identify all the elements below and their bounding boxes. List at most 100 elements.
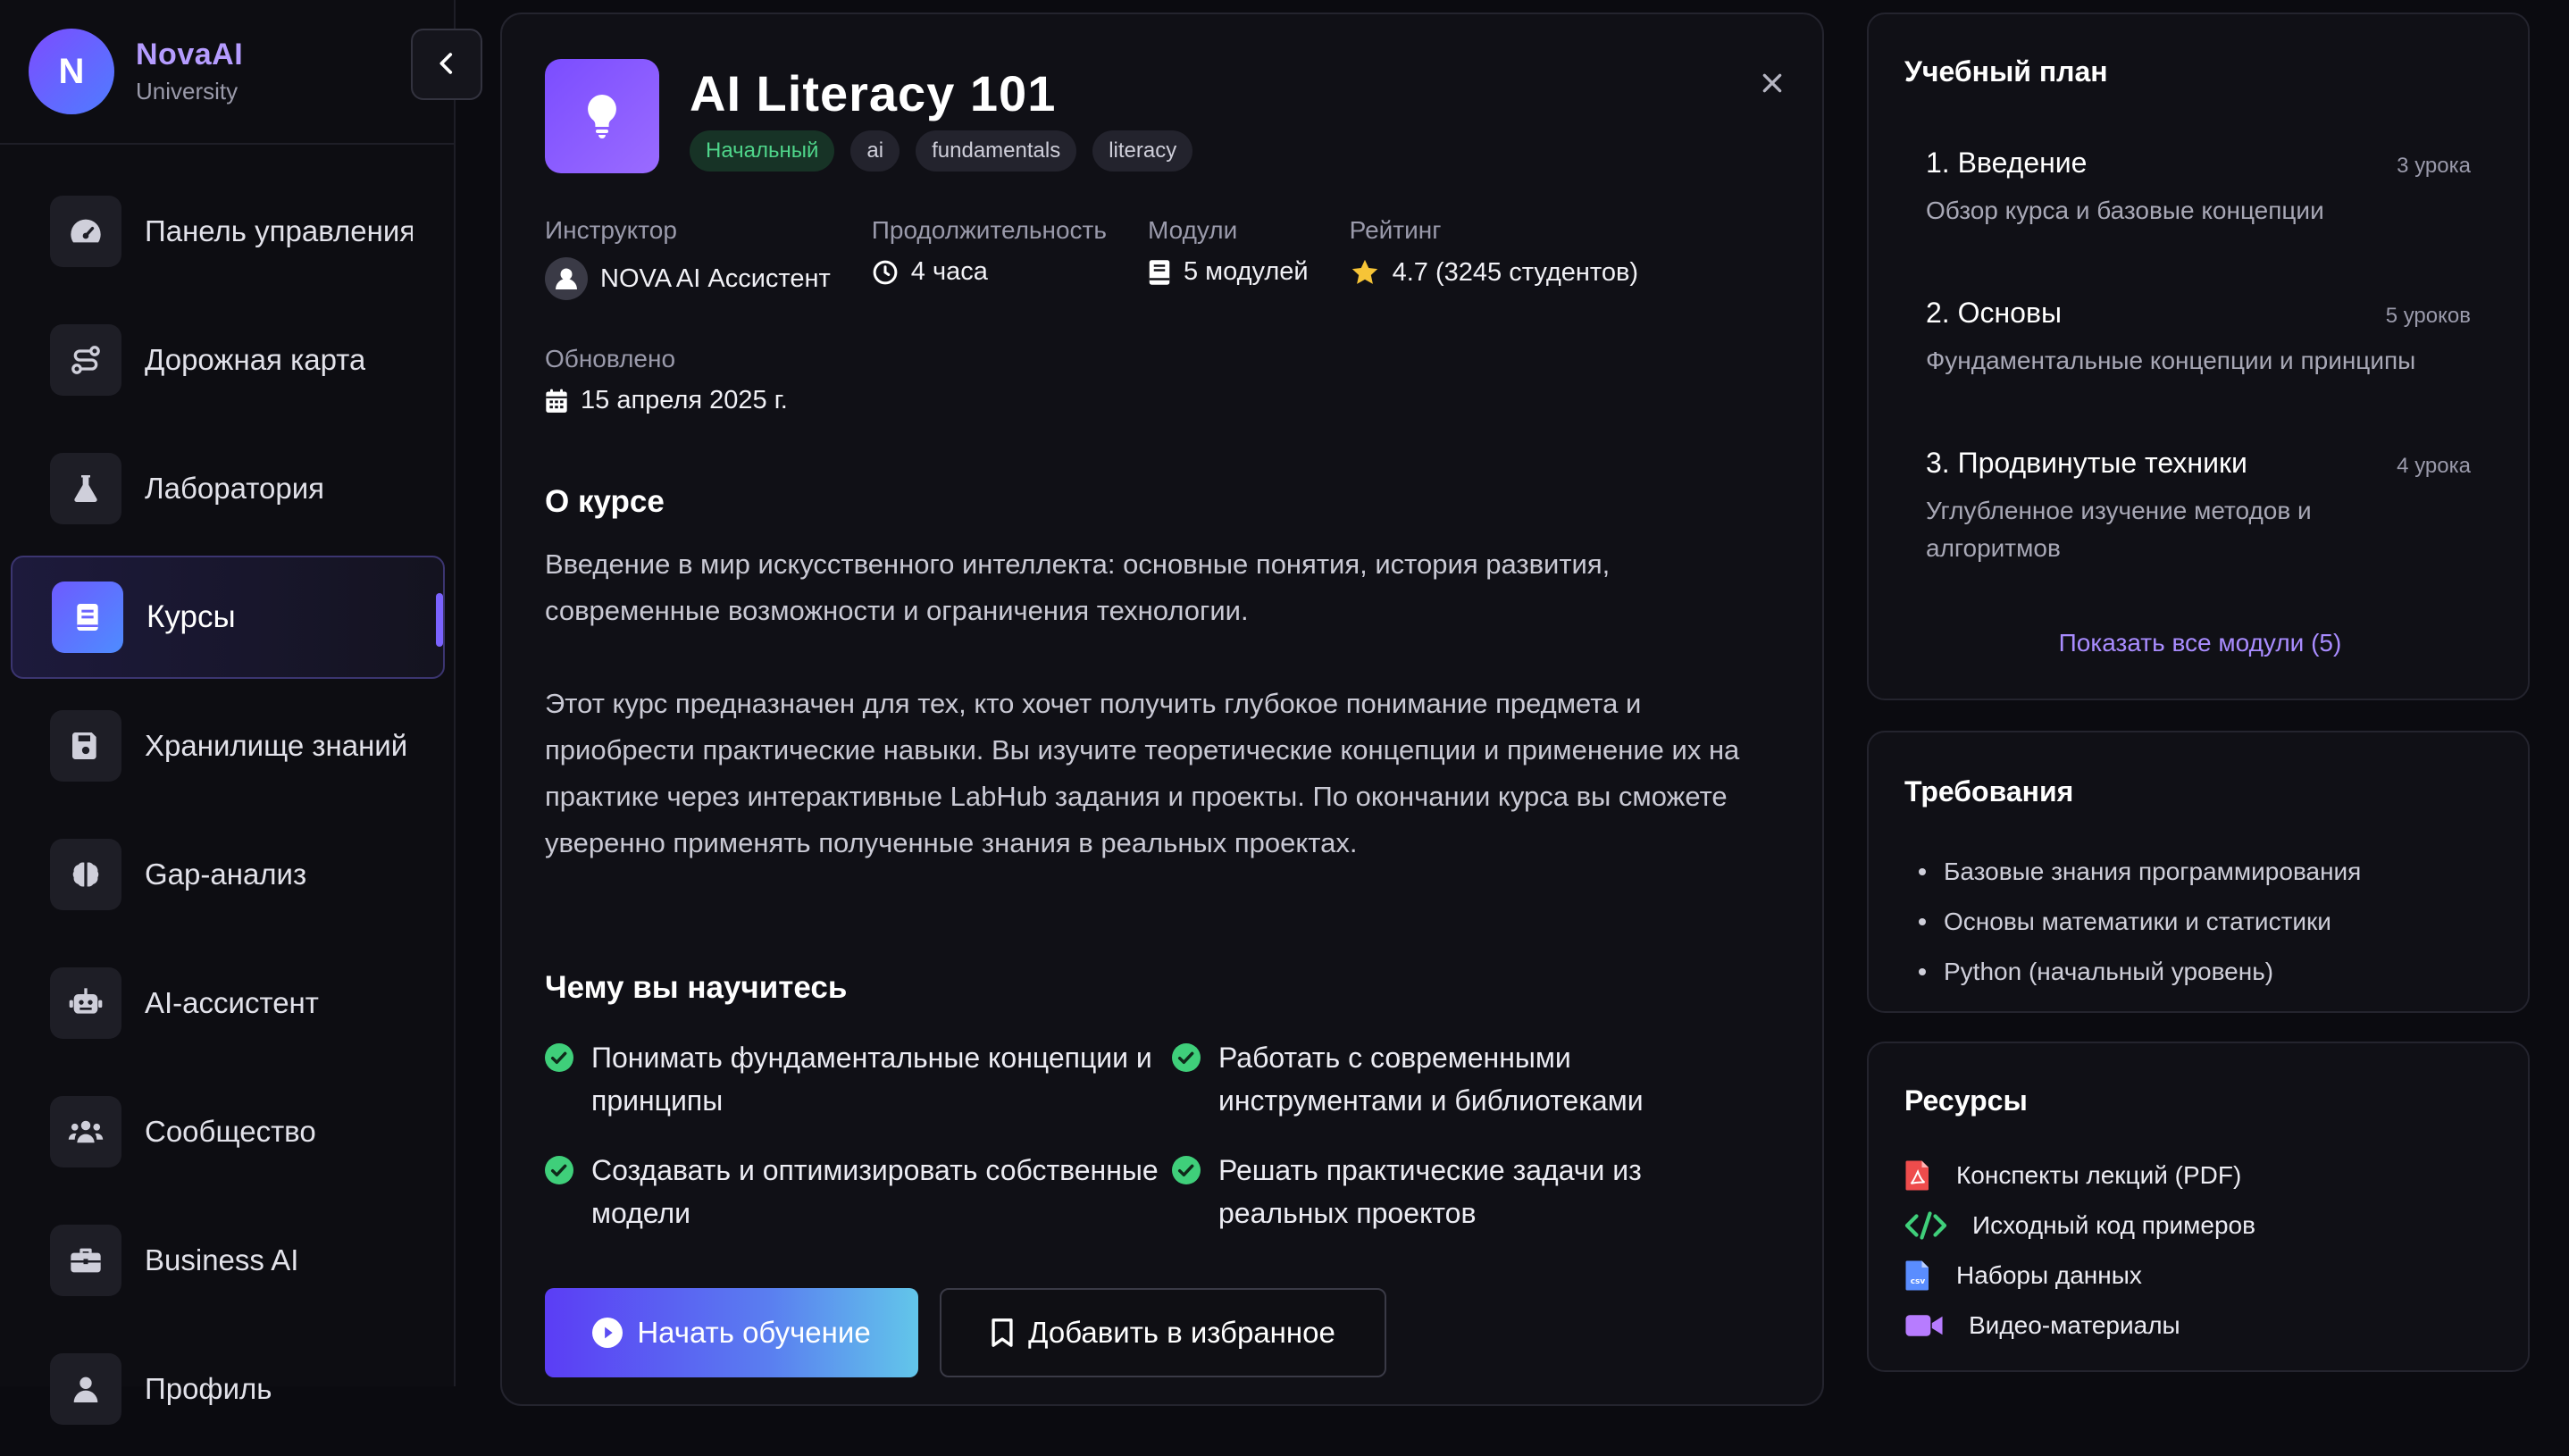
play-circle-icon xyxy=(592,1318,623,1348)
start-learning-label: Начать обучение xyxy=(637,1316,871,1349)
sidebar-item-label: Gap-анализ xyxy=(145,858,307,891)
sidebar-item-business-ai[interactable]: Business AI xyxy=(11,1199,445,1322)
tag-literacy[interactable]: literacy xyxy=(1092,130,1193,172)
check-circle-icon xyxy=(1172,1043,1201,1076)
resource-label: Исходный код примеров xyxy=(1972,1211,2255,1239)
flask-icon xyxy=(50,453,121,524)
instructor-name: NOVA AI Ассистент xyxy=(600,264,831,293)
module-item[interactable]: 2. Основы 5 уроков Фундаментальные конце… xyxy=(1926,297,2471,380)
save-icon xyxy=(50,710,121,782)
module-description: Фундаментальные концепции и принципы xyxy=(1926,347,2416,374)
show-all-modules-link[interactable]: Показать все модули (5) xyxy=(1869,629,2531,657)
meta-instructor: Инструктор NOVA AI Ассистент xyxy=(545,216,831,300)
resource-item-lecture-notes[interactable]: Конспекты лекций (PDF) xyxy=(1904,1151,2255,1201)
sidebar-item-label: Дорожная карта xyxy=(145,343,366,376)
add-to-favorites-label: Добавить в избранное xyxy=(1028,1316,1335,1349)
learning-outcome-text: Работать с современными инструментами и … xyxy=(1218,1042,1644,1117)
learning-outcome: Создавать и оптимизировать собственные м… xyxy=(545,1149,1172,1234)
book-icon xyxy=(1148,259,1171,286)
sidebar-item-dashboard[interactable]: Панель управления xyxy=(11,170,445,293)
brand[interactable]: N NovaAI University xyxy=(29,29,243,114)
learning-outcome: Работать с современными инструментами и … xyxy=(1172,1036,1761,1122)
requirements-list: Базовые знания программирования Основы м… xyxy=(1919,847,2361,997)
check-circle-icon xyxy=(1172,1156,1201,1189)
meta-duration: Продолжительность 4 часа xyxy=(872,216,1107,300)
sidebar-item-lab[interactable]: Лаборатория xyxy=(11,427,445,550)
sidebar-item-community[interactable]: Сообщество xyxy=(11,1070,445,1193)
resource-item-datasets[interactable]: csv Наборы данных xyxy=(1904,1251,2255,1301)
curriculum-title: Учебный план xyxy=(1904,55,2108,88)
about-paragraph-1: Введение в мир искусственного интеллекта… xyxy=(545,548,1611,626)
learning-outcome-text: Решать практические задачи из реальных п… xyxy=(1218,1154,1642,1229)
meta-label: Рейтинг xyxy=(1349,216,1442,244)
resource-item-source-code[interactable]: Исходный код примеров xyxy=(1904,1201,2255,1251)
sidebar-nav: Панель управления Дорожная карта Лаборат… xyxy=(11,170,445,1456)
resource-label: Конспекты лекций (PDF) xyxy=(1956,1161,2242,1189)
learn-heading: Чему вы научитесь xyxy=(545,970,848,1005)
user-icon xyxy=(50,1353,121,1425)
sidebar-divider xyxy=(0,143,456,145)
tag-ai[interactable]: ai xyxy=(850,130,900,172)
sidebar-item-courses[interactable]: Курсы xyxy=(11,556,445,679)
brain-icon xyxy=(50,839,121,910)
sidebar-item-ai-assistant[interactable]: AI-ассистент xyxy=(11,941,445,1065)
module-lesson-count: 4 урока xyxy=(2397,454,2471,478)
lightbulb-icon xyxy=(545,59,659,173)
start-learning-button[interactable]: Начать обучение xyxy=(545,1288,918,1377)
route-icon xyxy=(50,324,121,396)
meta-label: Обновлено xyxy=(545,345,676,372)
module-title: 3. Продвинутые техники xyxy=(1926,447,2247,479)
pdf-icon xyxy=(1904,1159,1946,1192)
code-icon xyxy=(1904,1210,1962,1241)
avatar-icon xyxy=(545,257,588,300)
meta-label: Продолжительность xyxy=(871,216,1107,244)
module-item[interactable]: 1. Введение 3 урока Обзор курса и базовы… xyxy=(1926,146,2471,230)
updated-value: 15 апреля 2025 г. xyxy=(581,386,788,414)
resource-label: Наборы данных xyxy=(1956,1261,2142,1289)
module-description: Углубленное изучение методов и алгоритмо… xyxy=(1926,497,2312,562)
requirement-item: Основы математики и статистики xyxy=(1919,897,2361,947)
sidebar-item-roadmap[interactable]: Дорожная карта xyxy=(11,298,445,422)
curriculum-card: Учебный план 1. Введение 3 урока Обзор к… xyxy=(1867,13,2530,700)
requirement-item: Python (начальный уровень) xyxy=(1919,947,2361,997)
sidebar-item-profile[interactable]: Профиль xyxy=(11,1327,445,1451)
course-meta: Инструктор NOVA AI Ассистент Продолжител… xyxy=(545,216,1679,300)
star-icon xyxy=(1350,257,1380,288)
rating-value: 4.7 (3245 студентов) xyxy=(1392,257,1639,287)
resources-card: Ресурсы Конспекты лекций (PDF) Исходный … xyxy=(1867,1042,2530,1372)
sidebar-item-label: AI-ассистент xyxy=(145,986,319,1019)
learning-outcome: Решать практические задачи из реальных п… xyxy=(1172,1149,1761,1234)
check-circle-icon xyxy=(545,1043,573,1076)
collapse-sidebar-button[interactable] xyxy=(411,29,482,100)
gauge-icon xyxy=(50,196,121,267)
resource-item-video[interactable]: Видео-материалы xyxy=(1904,1301,2255,1351)
close-icon xyxy=(1761,71,1784,97)
sidebar-item-label: Сообщество xyxy=(145,1115,316,1148)
clock-icon xyxy=(872,259,899,286)
meta-label: Инструктор xyxy=(545,216,677,244)
module-description: Обзор курса и базовые концепции xyxy=(1926,197,2324,224)
close-button[interactable] xyxy=(1753,64,1792,104)
bookmark-icon xyxy=(991,1318,1014,1348)
check-circle-icon xyxy=(545,1156,573,1189)
course-tags: Начальный ai fundamentals literacy xyxy=(690,130,1193,172)
modules-value: 5 модулей xyxy=(1183,257,1309,286)
resources-title: Ресурсы xyxy=(1904,1084,2028,1117)
tag-fundamentals[interactable]: fundamentals xyxy=(916,130,1077,172)
sidebar-item-knowledge-base[interactable]: Хранилище знаний xyxy=(11,684,445,807)
meta-updated: Обновлено 15 апреля 2025 г. xyxy=(545,345,788,415)
resources-list: Конспекты лекций (PDF) Исходный код прим… xyxy=(1904,1151,2255,1351)
learning-outcomes: Понимать фундаментальные концепции и при… xyxy=(545,1036,1778,1234)
module-title: 2. Основы xyxy=(1926,297,2062,329)
sidebar-item-label: Панель управления xyxy=(145,214,413,247)
learning-outcome: Понимать фундаментальные концепции и при… xyxy=(545,1036,1172,1122)
meta-label: Модули xyxy=(1147,216,1238,244)
module-item[interactable]: 3. Продвинутые техники 4 урока Углубленн… xyxy=(1926,447,2471,567)
briefcase-icon xyxy=(50,1225,121,1296)
svg-text:csv: csv xyxy=(1911,1277,1926,1286)
video-icon xyxy=(1904,1312,1958,1339)
add-to-favorites-button[interactable]: Добавить в избранное xyxy=(940,1288,1386,1377)
sidebar-item-gap-analysis[interactable]: Gap-анализ xyxy=(11,813,445,936)
brand-logo: N xyxy=(29,29,114,114)
requirement-item: Базовые знания программирования xyxy=(1919,847,2361,897)
